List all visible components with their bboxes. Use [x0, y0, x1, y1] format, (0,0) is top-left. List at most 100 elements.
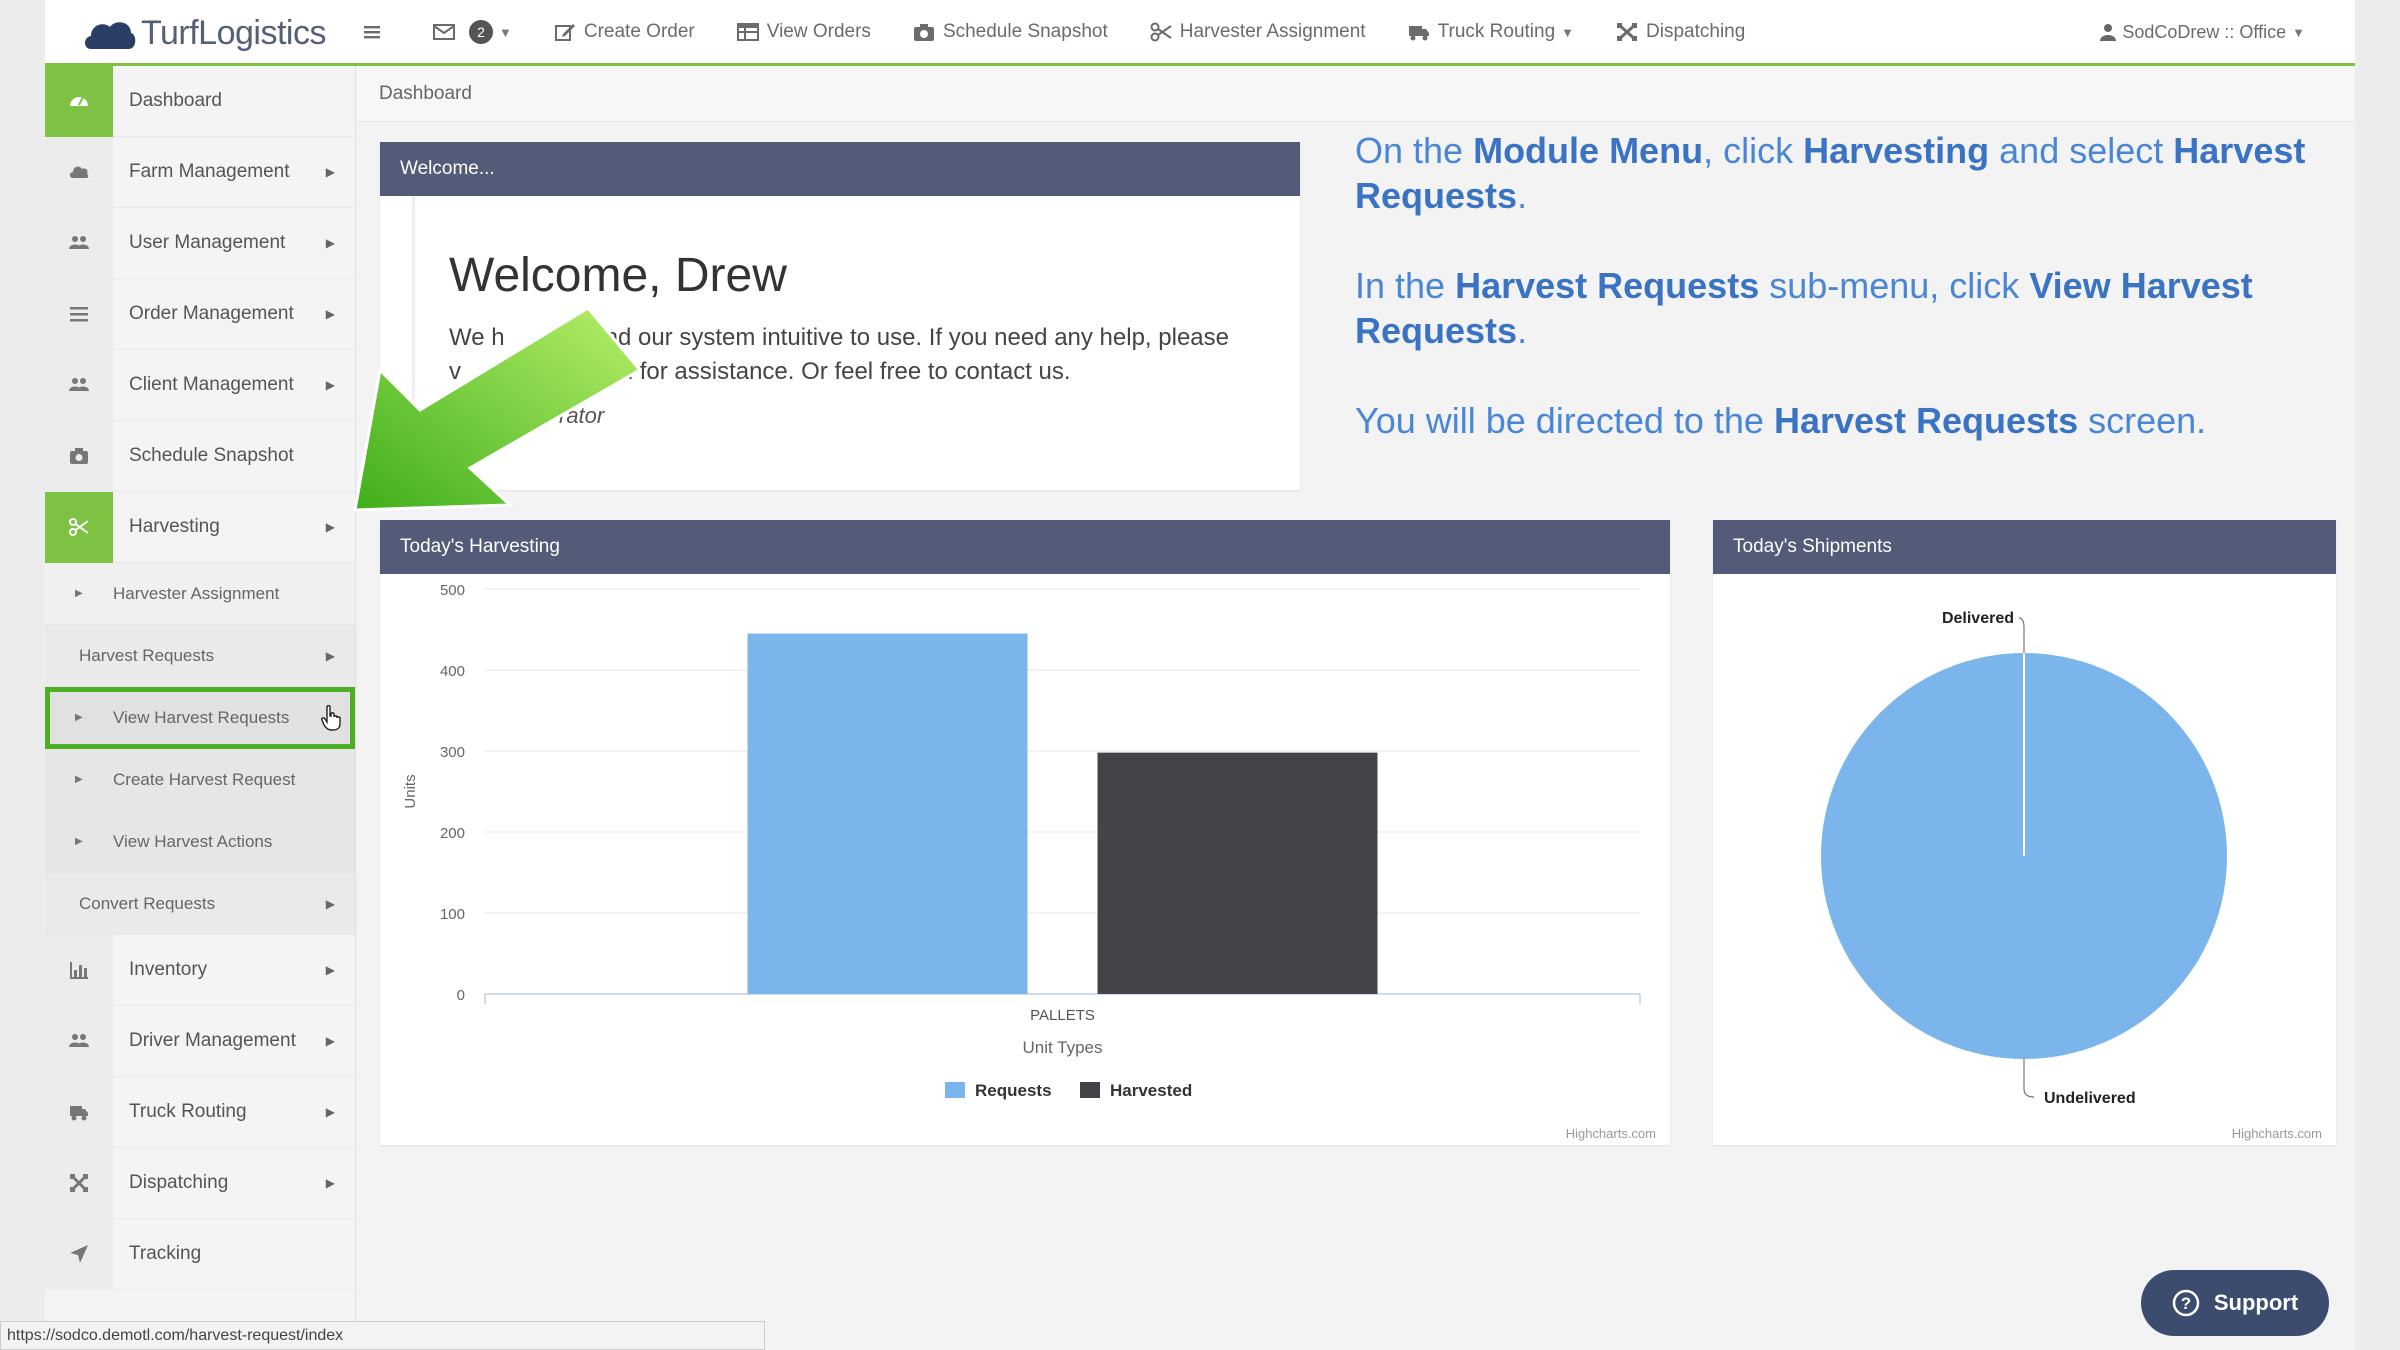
- caret-right-icon: ▶: [325, 520, 335, 534]
- shipments-panel-header: Today's Shipments: [1713, 520, 2336, 574]
- sidebar-item-harvesting[interactable]: Harvesting ▶: [45, 491, 355, 563]
- nav-harvester-assignment[interactable]: Harvester Assignment: [1150, 21, 1366, 43]
- module-menu: Dashboard Farm Management ▶ User Managem…: [45, 65, 356, 1321]
- nav-dispatching[interactable]: Dispatching: [1616, 21, 1745, 43]
- pie-connector-undelivered: [2023, 1059, 2035, 1098]
- caret-right-icon: ▶: [75, 588, 83, 599]
- users-icon: [69, 236, 89, 249]
- users-icon: [69, 1034, 89, 1047]
- sidebar-item-schedule-snapshot[interactable]: Schedule Snapshot: [45, 420, 355, 492]
- bar-chart-icon: [70, 962, 88, 979]
- caret-right-icon: ▶: [325, 307, 335, 321]
- sidebar-item-farm-management[interactable]: Farm Management ▶: [45, 136, 355, 208]
- instruction-text: In the: [1355, 265, 1456, 306]
- nav-truck-routing[interactable]: Truck Routing ▼: [1408, 21, 1574, 43]
- nav-schedule-snapshot[interactable]: Schedule Snapshot: [913, 21, 1108, 43]
- sidebar-sub-label: View Harvest Actions: [113, 831, 273, 851]
- list-icon: [70, 307, 88, 322]
- sidebar-sub-label: Convert Requests: [79, 893, 216, 913]
- caret-right-icon: ▶: [325, 1176, 335, 1190]
- camera-icon: [70, 448, 88, 464]
- sidebar-item-label: Dashboard: [129, 90, 222, 111]
- app-frame: TurfLogistics 2 ▼ Create Order View Orde…: [45, 0, 2355, 1350]
- sidebar-sub-label: View Harvest Requests: [113, 707, 290, 727]
- sidebar-sub-harvester-assignment[interactable]: ▶ Harvester Assignment: [45, 563, 355, 625]
- dispatch-icon: [70, 1174, 88, 1192]
- nav-view-orders[interactable]: View Orders: [736, 21, 871, 43]
- caret-down-icon: ▼: [499, 24, 512, 40]
- sidebar-item-label: Dispatching: [129, 1172, 229, 1193]
- sidebar-item-tracking[interactable]: Tracking: [45, 1218, 355, 1290]
- truck-icon: [1408, 26, 1429, 41]
- breadcrumb-item-dashboard[interactable]: Dashboard: [379, 83, 472, 105]
- y-tick-label: 300: [440, 744, 465, 761]
- caret-right-icon: ▶: [325, 648, 335, 663]
- sidebar-sub-view-harvest-requests[interactable]: ▶ View Harvest Requests: [45, 687, 355, 749]
- welcome-panel-header: Welcome...: [380, 142, 1300, 196]
- sidebar-item-label: Tracking: [129, 1243, 202, 1264]
- hamburger-icon: [364, 26, 380, 39]
- welcome-signature: rator: [559, 403, 605, 428]
- caret-right-icon: ▶: [75, 774, 83, 785]
- legend-label-requests: Requests: [975, 1081, 1052, 1100]
- pie-label-delivered: Delivered: [1942, 610, 2014, 627]
- caret-right-icon: ▶: [325, 378, 335, 392]
- sidebar-item-dashboard[interactable]: Dashboard: [45, 65, 355, 137]
- support-button[interactable]: ? Support: [2141, 1270, 2329, 1336]
- nav-truck-routing-label: Truck Routing: [1437, 21, 1556, 42]
- sidebar-item-user-management[interactable]: User Management ▶: [45, 207, 355, 279]
- x-tick-label: PALLETS: [1030, 1007, 1095, 1024]
- instruction-emphasis: Harvest Requests: [1455, 265, 1760, 306]
- sidebar-item-label: Driver Management: [129, 1030, 296, 1051]
- caret-right-icon: ▶: [325, 963, 335, 977]
- user-icon: [2100, 24, 2117, 41]
- sidebar-item-label: Truck Routing: [129, 1101, 247, 1122]
- sidebar-item-client-management[interactable]: Client Management ▶: [45, 349, 355, 421]
- nav-create-order-label: Create Order: [583, 21, 695, 42]
- hamburger-menu-button[interactable]: [361, 22, 391, 42]
- instruction-emphasis: Harvest Requests: [1773, 400, 2079, 441]
- dispatch-icon: [1617, 22, 1638, 42]
- logo[interactable]: TurfLogistics: [81, 10, 326, 56]
- caret-right-icon: ▶: [325, 1034, 335, 1048]
- sidebar-item-dispatching[interactable]: Dispatching ▶: [45, 1147, 355, 1219]
- sidebar-item-label: Harvesting: [129, 516, 220, 537]
- sidebar-sub-harvest-requests[interactable]: Harvest Requests ▶: [45, 625, 355, 687]
- instruction-text: You will be directed to the: [1355, 400, 1774, 441]
- instruction-text: .: [1517, 310, 1528, 351]
- sidebar-sub-view-harvest-actions[interactable]: ▶ View Harvest Actions: [45, 811, 355, 873]
- sidebar-item-inventory[interactable]: Inventory ▶: [45, 934, 355, 1006]
- caret-down-icon: ▼: [1561, 24, 1575, 40]
- nav-create-order[interactable]: Create Order: [554, 21, 695, 43]
- y-axis-title: Units: [402, 774, 419, 808]
- messages-button[interactable]: 2 ▼: [433, 20, 512, 44]
- logo-text: TurfLogistics: [141, 13, 326, 52]
- nav-schedule-snapshot-label: Schedule Snapshot: [942, 21, 1108, 42]
- instruction-text: , click: [1703, 130, 1804, 171]
- cloud-icon: [70, 166, 89, 178]
- nav-harvester-assignment-label: Harvester Assignment: [1179, 21, 1366, 42]
- breadcrumb: Dashboard: [357, 66, 2355, 122]
- chart-credit[interactable]: Highcharts.com: [2232, 1126, 2322, 1141]
- user-menu[interactable]: SodCoDrew :: Office ▼: [2100, 0, 2305, 64]
- svg-text:?: ?: [2181, 1294, 2191, 1313]
- users-icon: [69, 378, 89, 391]
- y-tick-label: 0: [457, 987, 465, 1004]
- y-tick-label: 100: [440, 906, 465, 923]
- browser-status-bar: https://sodco.demotl.com/harvest-request…: [0, 1321, 765, 1350]
- truck-icon: [70, 1106, 88, 1121]
- y-tick-label: 500: [440, 582, 465, 599]
- sidebar-sub-label: Create Harvest Request: [113, 769, 296, 789]
- instruction-step-3: You will be directed to the Harvest Requ…: [1355, 398, 2335, 443]
- instruction-text: screen.: [2078, 400, 2207, 441]
- sidebar-item-driver-management[interactable]: Driver Management ▶: [45, 1005, 355, 1077]
- scissors-icon: [1150, 22, 1172, 42]
- status-url: https://sodco.demotl.com/harvest-request…: [7, 1326, 344, 1344]
- tutorial-pointer-arrow-icon: [353, 306, 643, 512]
- envelope-icon: [433, 24, 455, 40]
- sidebar-sub-convert-requests[interactable]: Convert Requests ▶: [45, 873, 355, 935]
- chart-credit[interactable]: Highcharts.com: [1566, 1126, 1656, 1141]
- sidebar-item-order-management[interactable]: Order Management ▶: [45, 278, 355, 350]
- sidebar-sub-create-harvest-request[interactable]: ▶ Create Harvest Request: [45, 749, 355, 811]
- sidebar-item-truck-routing[interactable]: Truck Routing ▶: [45, 1076, 355, 1148]
